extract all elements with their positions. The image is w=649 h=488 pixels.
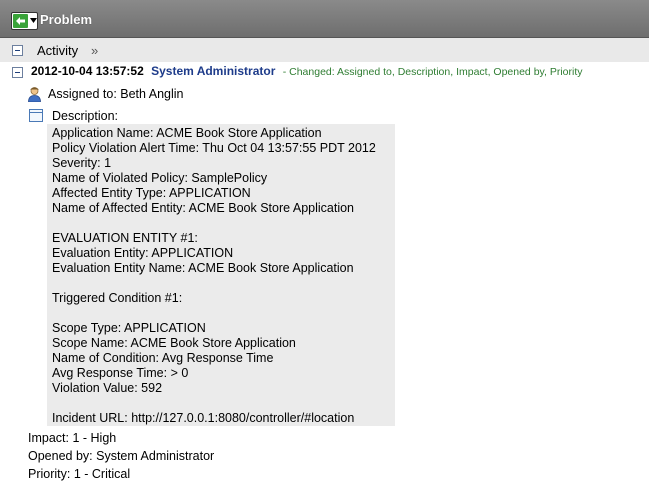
description-line: Evaluation Entity Name: ACME Book Store … <box>52 261 354 275</box>
back-button[interactable] <box>11 12 38 30</box>
document-icon <box>29 109 43 122</box>
description-line: Evaluation Entity: APPLICATION <box>52 246 234 260</box>
activity-label: Activity <box>37 43 79 58</box>
description-line: Application Name: ACME Book Store Applic… <box>52 126 322 140</box>
description-line: Severity: 1 <box>52 156 112 170</box>
entry-user-link[interactable]: System Administrator <box>151 64 275 78</box>
activity-entry-header: 2012-10-04 13:57:52 System Administrator… <box>31 64 583 78</box>
page-title: Problem <box>40 12 93 27</box>
description-line: EVALUATION ENTITY #1: <box>52 231 198 245</box>
assigned-to-field: Assigned to: Beth Anglin <box>48 87 184 101</box>
description-line: Name of Condition: Avg Response Time <box>52 351 274 365</box>
description-line: Violation Value: 592 <box>52 381 163 395</box>
impact-field: Impact: 1 - High <box>28 431 117 445</box>
changed-fields: - Changed: Assigned to, Description, Imp… <box>282 66 583 78</box>
expand-more-icon[interactable]: » <box>91 43 98 58</box>
header-bar: Problem <box>0 0 649 38</box>
description-line: Scope Name: ACME Book Store Application <box>52 336 296 350</box>
entry-timestamp: 2012-10-04 13:57:52 <box>31 64 144 78</box>
description-line: Name of Violated Policy: SamplePolicy <box>52 171 268 185</box>
incident-url: Incident URL: http://127.0.0.1:8080/cont… <box>52 411 355 425</box>
description-line: Policy Violation Alert Time: Thu Oct 04 … <box>52 141 376 155</box>
opened-by-field: Opened by: System Administrator <box>28 449 215 463</box>
back-arrow-icon <box>13 14 28 28</box>
description-line: Name of Affected Entity: ACME Book Store… <box>52 201 355 215</box>
description-line: Triggered Condition #1: <box>52 291 183 305</box>
collapse-activity-icon[interactable] <box>12 45 23 56</box>
description-line: Avg Response Time: > 0 <box>52 366 189 380</box>
priority-field: Priority: 1 - Critical <box>28 467 131 481</box>
description-line: Scope Type: APPLICATION <box>52 321 206 335</box>
activity-section-header <box>0 38 649 62</box>
chevron-down-icon[interactable] <box>30 18 37 23</box>
description-line: Affected Entity Type: APPLICATION <box>52 186 251 200</box>
user-icon <box>28 87 41 102</box>
description-label: Description: <box>52 109 118 123</box>
collapse-entry-icon[interactable] <box>12 67 23 78</box>
